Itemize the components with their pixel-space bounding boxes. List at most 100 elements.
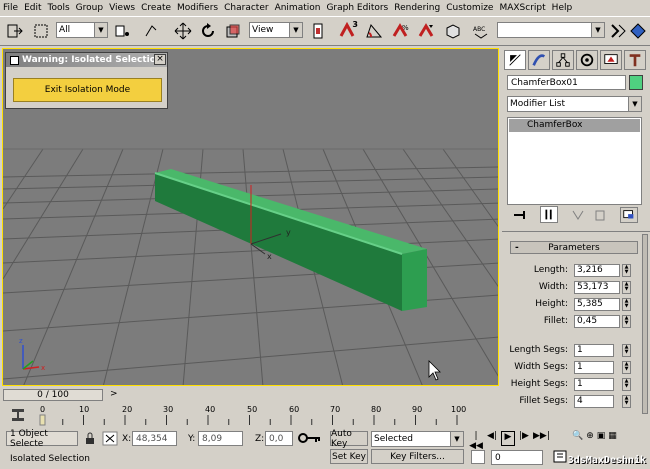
create-tab-icon[interactable] <box>504 50 526 70</box>
close-button[interactable]: × <box>154 54 166 65</box>
display-tab-icon[interactable] <box>600 50 622 70</box>
param-value-field[interactable]: 3,216 <box>574 264 620 277</box>
param-value-field[interactable]: 1 <box>574 344 614 357</box>
show-end-result-icon[interactable] <box>540 206 558 223</box>
pivot-center-icon[interactable] <box>307 20 329 42</box>
zoom-extents-icon[interactable]: ▣ <box>597 431 606 446</box>
menu-graph-editors[interactable]: Graph Editors <box>323 0 391 16</box>
stack-item-chamferbox[interactable]: ChamferBox <box>509 119 640 132</box>
param-value-field[interactable]: 53,173 <box>574 281 620 294</box>
parameters-rollout-header[interactable]: - Parameters <box>510 241 638 254</box>
play-icon[interactable]: ▶ <box>501 431 515 446</box>
menu-animation[interactable]: Animation <box>272 0 324 16</box>
modifier-list-dropdown[interactable]: Modifier List ▼ <box>507 96 642 112</box>
object-name-field[interactable]: ChamferBox01 <box>507 75 626 90</box>
pin-stack-icon[interactable] <box>512 208 528 222</box>
remove-modifier-icon[interactable] <box>592 208 608 222</box>
object-color-swatch[interactable] <box>629 75 643 90</box>
select-move-icon[interactable] <box>140 20 162 42</box>
current-frame-field[interactable]: 0 <box>491 450 543 465</box>
spinner-icon[interactable]: ▲ ▼ <box>622 344 631 357</box>
param-value-field[interactable]: 1 <box>574 361 614 374</box>
absolute-mode-icon[interactable] <box>102 431 118 446</box>
motion-tab-icon[interactable] <box>576 50 598 70</box>
param-value-field[interactable]: 0,45 <box>574 315 620 328</box>
hierarchy-tab-icon[interactable] <box>552 50 574 70</box>
param-value-field[interactable]: 4 <box>574 395 614 408</box>
previous-frame-icon[interactable]: ◀| <box>485 431 499 446</box>
snap-toggle-icon[interactable]: 3 <box>336 20 358 42</box>
curve-editor-icon[interactable] <box>607 20 629 42</box>
spinner-icon[interactable]: ▲ ▼ <box>622 361 631 374</box>
time-config-icon[interactable] <box>553 449 567 464</box>
param-height-segs: Height Segs: 1 ▲ ▼ <box>502 378 642 392</box>
exit-isolation-mode-button[interactable]: Exit Isolation Mode <box>13 78 162 102</box>
svg-text:x: x <box>41 364 45 372</box>
prompt-line: Isolated Selection <box>6 452 326 467</box>
named-selection-sets-dropdown[interactable]: ▼ <box>497 22 605 38</box>
zoom-all-icon[interactable]: ⊕ <box>586 431 594 446</box>
make-unique-icon[interactable] <box>570 208 586 222</box>
mirror-icon[interactable]: ABC <box>470 20 492 42</box>
y-coord-field[interactable]: 8,09 <box>198 431 243 446</box>
spinner-icon[interactable]: ▲ ▼ <box>622 395 631 408</box>
menu-group[interactable]: Group <box>73 0 106 16</box>
select-link-icon[interactable] <box>4 20 26 42</box>
menu-tools[interactable]: Tools <box>45 0 73 16</box>
scale-icon[interactable] <box>222 20 244 42</box>
key-filters-button[interactable]: Key Filters... <box>371 449 464 464</box>
dialog-title-bar[interactable]: Warning: Isolated Selection <box>6 53 167 67</box>
mini-curve-editor-icon[interactable] <box>10 407 26 423</box>
menu-create[interactable]: Create <box>138 0 174 16</box>
angle-snap-icon[interactable] <box>363 20 385 42</box>
configure-modifier-sets-icon[interactable] <box>620 207 638 223</box>
param-value-field[interactable]: 5,385 <box>574 298 620 311</box>
goto-end-icon[interactable]: ▶▶| <box>533 431 550 446</box>
z-coord-field[interactable]: 0,0 <box>265 431 293 446</box>
rotate-icon[interactable] <box>197 20 219 42</box>
spinner-icon[interactable]: ▲ ▼ <box>622 264 631 277</box>
x-coord-field[interactable]: 48,354 <box>132 431 177 446</box>
select-region-icon[interactable] <box>30 20 52 42</box>
move-icon[interactable] <box>172 20 194 42</box>
menu-customize[interactable]: Customize <box>443 0 496 16</box>
menu-edit[interactable]: Edit <box>21 0 44 16</box>
menu-rendering[interactable]: Rendering <box>391 0 443 16</box>
zoom-icon[interactable]: 🔍 <box>572 431 583 446</box>
modify-tab-icon[interactable] <box>528 50 550 70</box>
time-slider[interactable]: 0 / 100 <box>3 389 103 401</box>
menu-file[interactable]: File <box>0 0 21 16</box>
selection-filter-dropdown[interactable]: All ▼ <box>56 22 108 38</box>
track-bar[interactable]: 0 10 20 30 40 50 60 70 80 90 100 <box>0 405 499 427</box>
spinner-icon[interactable]: ▲ ▼ <box>622 281 631 294</box>
spinner-icon[interactable]: ▲ ▼ <box>622 298 631 311</box>
menu-character[interactable]: Character <box>221 0 271 16</box>
named-selection-icon[interactable] <box>442 20 464 42</box>
set-key-button[interactable]: Set Key <box>330 449 368 464</box>
panel-scrollbar[interactable] <box>642 234 648 414</box>
menu-views[interactable]: Views <box>106 0 138 16</box>
time-slider-next-icon[interactable]: > <box>110 389 118 399</box>
param-label: Length Segs: <box>509 345 568 355</box>
spinner-icon[interactable]: ▲ ▼ <box>622 378 631 391</box>
utilities-tab-icon[interactable] <box>624 50 646 70</box>
menu-modifiers[interactable]: Modifiers <box>174 0 221 16</box>
auto-key-button[interactable]: Auto Key <box>330 429 368 449</box>
select-by-name-icon[interactable] <box>112 20 134 42</box>
key-mode-toggle-icon[interactable] <box>471 450 485 464</box>
spinner-snap-icon[interactable] <box>415 20 437 42</box>
menu-maxscript[interactable]: MAXScript <box>496 0 548 16</box>
zoom-extents-all-icon[interactable]: ▦ <box>608 431 617 446</box>
lock-icon[interactable] <box>84 432 96 445</box>
key-icon[interactable] <box>298 431 322 446</box>
param-value-field[interactable]: 1 <box>574 378 614 391</box>
next-frame-icon[interactable]: |▶ <box>517 431 531 446</box>
material-editor-icon[interactable] <box>627 20 649 42</box>
menu-help[interactable]: Help <box>549 0 576 16</box>
goto-start-icon[interactable]: |◀◀ <box>469 431 483 451</box>
percent-snap-icon[interactable]: % <box>389 20 411 42</box>
tick-label: 10 <box>79 405 90 414</box>
reference-coord-dropdown[interactable]: View ▼ <box>249 22 303 38</box>
selected-set-dropdown[interactable]: Selected ▼ <box>371 431 464 447</box>
spinner-icon[interactable]: ▲ ▼ <box>622 315 631 328</box>
